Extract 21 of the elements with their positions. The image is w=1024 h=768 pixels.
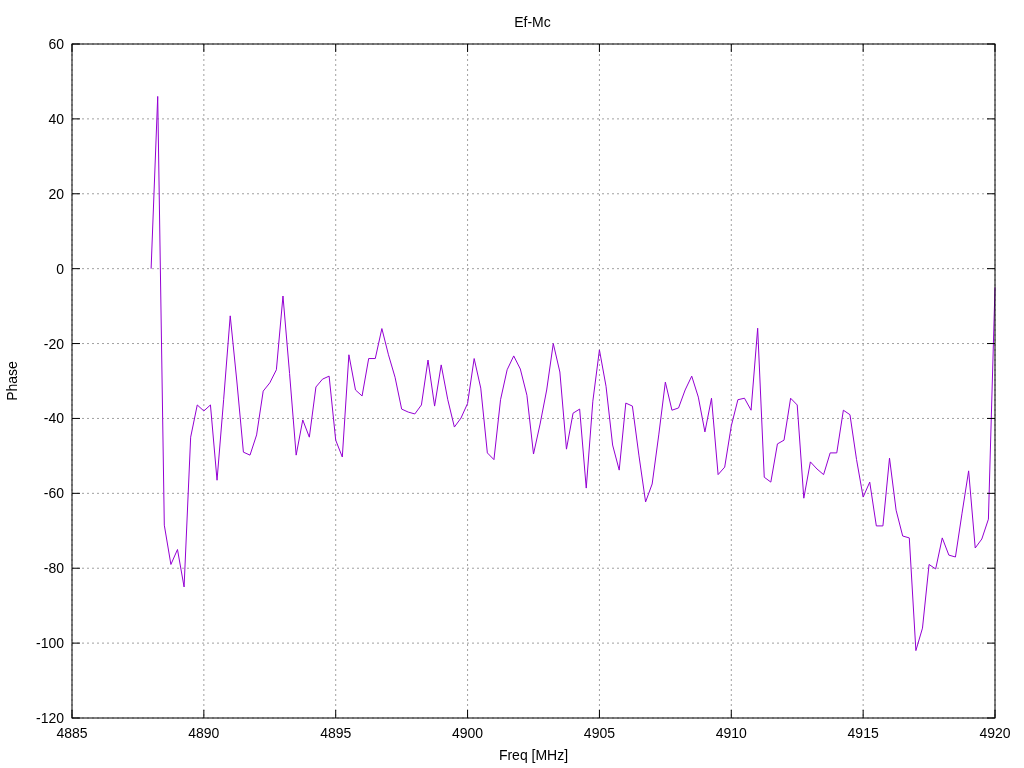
x-tick-label: 4905 <box>583 725 615 741</box>
y-axis-label: Phase <box>4 361 20 401</box>
y-tick-label: 40 <box>48 110 64 127</box>
x-axis-label: Freq [MHz] <box>498 747 569 763</box>
x-tick-label: 4900 <box>452 725 484 741</box>
x-tick-label: 4890 <box>188 725 220 741</box>
y-tick-label: -20 <box>43 335 64 352</box>
y-tick-label: -120 <box>35 710 64 726</box>
y-tick-label: 0 <box>56 260 64 277</box>
x-tick-label: 4895 <box>320 725 352 741</box>
y-tick-label: -40 <box>43 410 64 427</box>
chart-title: Ef-Mc <box>514 14 551 30</box>
x-tick-label: 4915 <box>847 725 879 741</box>
x-tick-label: 4885 <box>56 725 88 741</box>
x-tick-label: 4910 <box>715 725 747 741</box>
x-tick-label: 4920 <box>979 725 1011 741</box>
y-tick-label: -80 <box>43 560 64 577</box>
y-tick-label: -100 <box>35 635 64 652</box>
y-tick-label: -60 <box>43 485 64 502</box>
y-tick-label: 60 <box>48 36 64 52</box>
y-tick-label: 20 <box>48 185 64 202</box>
